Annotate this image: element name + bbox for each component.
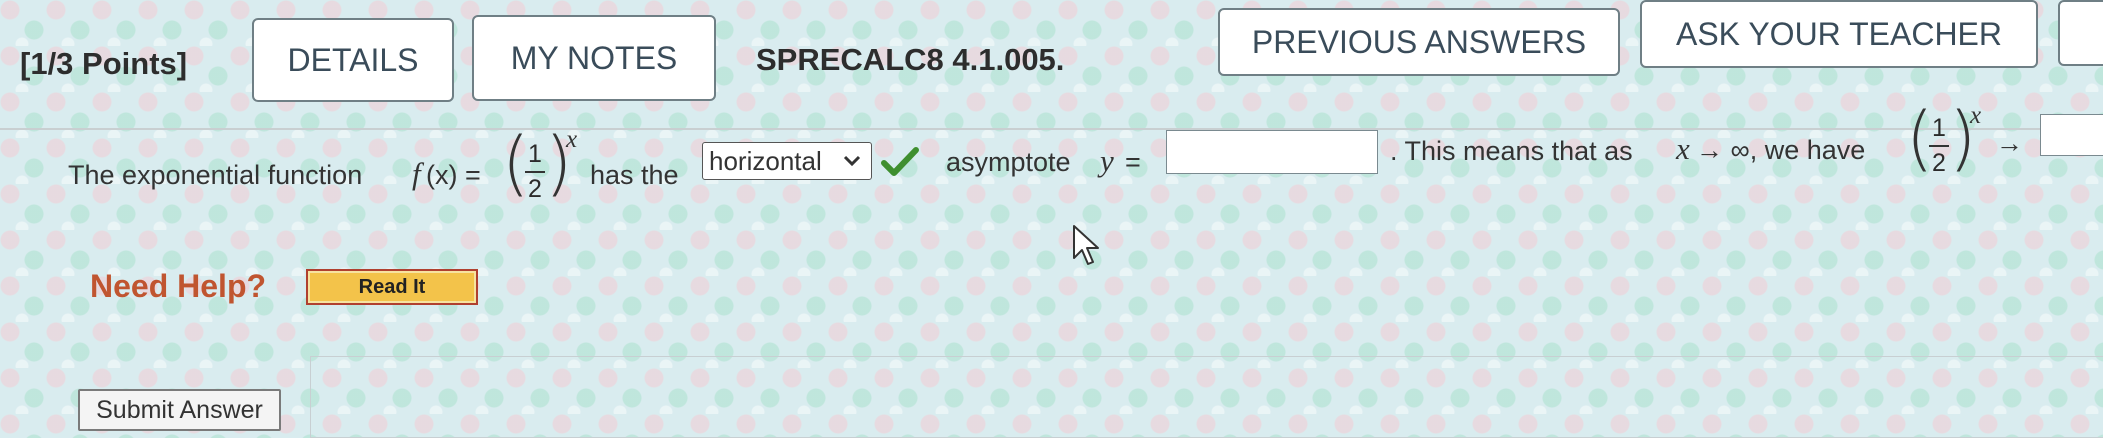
problem-id: SPRECALC8 4.1.005. [756, 42, 1065, 77]
mouse-pointer-icon [1072, 224, 1102, 271]
fraction-one-half: 1 2 [525, 140, 545, 204]
my-notes-button[interactable]: MY NOTES [472, 15, 716, 101]
chevron-down-icon [841, 149, 863, 177]
fraction-bar [1929, 145, 1949, 147]
details-button[interactable]: DETAILS [252, 18, 454, 102]
exponent-2: x [1970, 102, 1982, 129]
asymptote-answer-input[interactable] [1166, 130, 1378, 174]
limit-answer-input[interactable] [2040, 114, 2103, 156]
var-x: x [1676, 131, 1690, 166]
points-label: [1/3 Points] [20, 46, 188, 81]
fraction-bar [525, 171, 545, 173]
fraction-numerator: 1 [1932, 114, 1946, 142]
question-text-4: . This means that as [1390, 136, 1633, 166]
fraction-one-half-2: 1 2 [1929, 114, 1949, 178]
select-value: horizontal [709, 145, 822, 176]
question-text-5: → ∞, we have [1696, 135, 1866, 165]
fraction-denominator: 2 [528, 175, 542, 203]
submit-answer-button[interactable]: Submit Answer [78, 389, 281, 431]
question-text-3: asymptote [946, 147, 1071, 177]
limit-arrow: → [1996, 128, 2023, 158]
var-y: y [1100, 143, 1114, 178]
function-arg: (x) = [426, 160, 481, 190]
equals-sign: = [1125, 147, 1141, 177]
question-text-2: has the [590, 160, 679, 190]
more-button[interactable] [2058, 0, 2103, 66]
question-header: [1/3 Points] DETAILS MY NOTES SPRECALC8 … [0, 0, 2103, 130]
ask-your-teacher-button[interactable]: ASK YOUR TEACHER [1640, 0, 2038, 68]
exponent: x [566, 126, 578, 153]
previous-answers-button[interactable]: PREVIOUS ANSWERS [1218, 8, 1620, 76]
checkmark-icon [880, 146, 920, 183]
question-text-1: The exponential function [68, 160, 363, 190]
asymptote-type-select[interactable]: horizontal [702, 142, 872, 180]
function-name: f [412, 156, 421, 191]
fraction-numerator: 1 [528, 140, 542, 168]
need-help-label: Need Help? [90, 268, 267, 304]
fraction-denominator: 2 [1932, 149, 1946, 177]
read-it-button[interactable]: Read It [306, 269, 478, 305]
